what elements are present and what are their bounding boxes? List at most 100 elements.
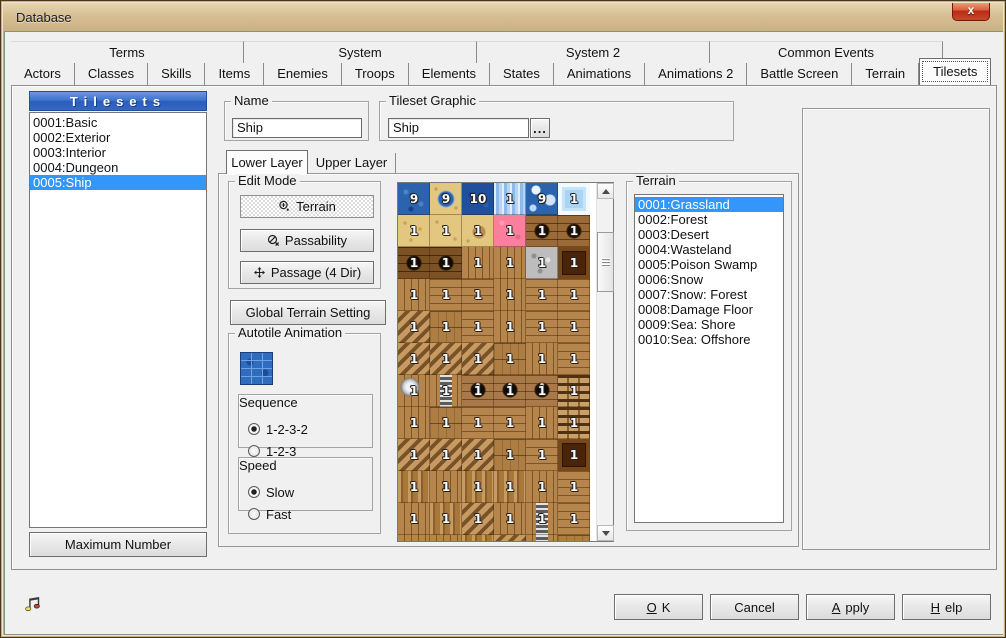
cancel-button[interactable]: Cancel bbox=[710, 594, 799, 620]
tile-stairs[interactable]: 1 bbox=[462, 343, 494, 375]
preview-scrollbar[interactable] bbox=[596, 183, 613, 541]
scroll-down-button[interactable] bbox=[597, 525, 614, 541]
tile-plankh[interactable]: 1 bbox=[526, 279, 558, 311]
tab-upper-layer[interactable]: Upper Layer bbox=[308, 153, 396, 174]
tile-water[interactable]: 9 bbox=[398, 183, 430, 215]
tile-stairs[interactable]: 1 bbox=[398, 311, 430, 343]
tile-deck[interactable]: 1 bbox=[558, 535, 590, 541]
tile-plankh[interactable]: 1 bbox=[462, 311, 494, 343]
terrain-mode-button[interactable]: Terrain bbox=[240, 195, 374, 218]
tile-column[interactable]: 1 bbox=[462, 471, 494, 503]
tile-stairs[interactable]: 1 bbox=[462, 439, 494, 471]
help-button[interactable]: Help bbox=[902, 594, 991, 620]
tile-deck[interactable]: 1 bbox=[494, 343, 526, 375]
tile-deck[interactable]: 1 bbox=[494, 439, 526, 471]
radio-speed-slow[interactable]: Slow bbox=[239, 482, 372, 502]
tileset-list-item[interactable]: 0004:Dungeon bbox=[30, 160, 206, 175]
terrain-list-item[interactable]: 0006:Snow bbox=[635, 272, 783, 287]
tile-stairs[interactable]: 1 bbox=[430, 343, 462, 375]
tile-deck[interactable]: 1 bbox=[430, 311, 462, 343]
tile-porthole[interactable]: 1 bbox=[526, 375, 558, 407]
tileset-list-item[interactable]: 0002:Exterior bbox=[30, 130, 206, 145]
tab-skills[interactable]: Skills bbox=[148, 63, 205, 85]
global-terrain-setting-button[interactable]: Global Terrain Setting bbox=[230, 300, 386, 325]
group-tab-system[interactable]: System bbox=[244, 41, 477, 63]
tile-column[interactable]: 1 bbox=[398, 471, 430, 503]
tile-plankv[interactable]: 1 bbox=[494, 279, 526, 311]
tab-battle-screen[interactable]: Battle Screen bbox=[747, 63, 852, 85]
close-button[interactable]: x bbox=[952, 2, 990, 21]
tab-states[interactable]: States bbox=[490, 63, 554, 85]
terrain-list-item[interactable]: 0009:Sea: Shore bbox=[635, 317, 783, 332]
apply-button[interactable]: Apply bbox=[806, 594, 895, 620]
tile-plankh[interactable]: 1 bbox=[558, 311, 590, 343]
tile-plankv[interactable]: 1 bbox=[526, 407, 558, 439]
tile-waterfall[interactable]: 1 bbox=[494, 183, 526, 215]
terrain-listbox[interactable]: 0001:Grassland0002:Forest0003:Desert0004… bbox=[634, 194, 784, 523]
tile-plankv[interactable]: 1 bbox=[430, 535, 462, 541]
tile-rope[interactable]: 1 bbox=[526, 503, 558, 535]
tile-stairs[interactable]: 1 bbox=[398, 343, 430, 375]
radio-sequence-1232[interactable]: 1-2-3-2 bbox=[239, 419, 372, 439]
tile-sandpatch[interactable]: 1 bbox=[462, 215, 494, 247]
tile-ice[interactable]: 1 bbox=[558, 183, 590, 215]
tileset-list-item[interactable]: 0005:Ship bbox=[30, 175, 206, 190]
tile-plankh[interactable]: 1 bbox=[558, 343, 590, 375]
tile-plankv[interactable]: 1 bbox=[398, 503, 430, 535]
tile-plankv[interactable]: 1 bbox=[398, 407, 430, 439]
tile-rope[interactable]: 1 bbox=[526, 535, 558, 541]
tile-plankv[interactable]: 1 bbox=[526, 343, 558, 375]
terrain-list-item[interactable]: 0004:Wasteland bbox=[635, 242, 783, 257]
tile-porthole[interactable]: 1 bbox=[494, 375, 526, 407]
terrain-list-item[interactable]: 0010:Sea: Offshore bbox=[635, 332, 783, 347]
tab-tilesets[interactable]: Tilesets bbox=[919, 58, 991, 85]
tile-column[interactable]: 1 bbox=[494, 471, 526, 503]
tile-foam[interactable]: 9 bbox=[526, 183, 558, 215]
tile-knot[interactable]: 1 bbox=[526, 215, 558, 247]
tab-troops[interactable]: Troops bbox=[342, 63, 409, 85]
tile-plankv[interactable]: 1 bbox=[494, 503, 526, 535]
tile-sandwater[interactable]: 9 bbox=[430, 183, 462, 215]
name-input[interactable]: Ship bbox=[232, 118, 362, 138]
tile-plankh[interactable]: 1 bbox=[558, 279, 590, 311]
tile-stairs[interactable]: 1 bbox=[462, 503, 494, 535]
tile-stairs[interactable]: 1 bbox=[430, 439, 462, 471]
passability-mode-button[interactable]: Passability bbox=[240, 229, 374, 252]
titlebar[interactable]: Database bbox=[2, 2, 1004, 31]
tile-pot[interactable]: 1 bbox=[398, 375, 430, 407]
tileset-list-item[interactable]: 0003:Interior bbox=[30, 145, 206, 160]
tileset-list-item[interactable]: 0001:Basic bbox=[30, 115, 206, 130]
group-tab-system-2[interactable]: System 2 bbox=[477, 41, 710, 63]
maximum-number-button[interactable]: Maximum Number bbox=[29, 532, 207, 557]
tile-plankh[interactable]: 1 bbox=[558, 503, 590, 535]
scrollbar-thumb[interactable] bbox=[597, 232, 614, 292]
tab-items[interactable]: Items bbox=[205, 63, 264, 85]
tile-porthole[interactable]: 1 bbox=[462, 375, 494, 407]
scroll-up-button[interactable] bbox=[597, 183, 614, 199]
passage-4dir-mode-button[interactable]: Passage (4 Dir) bbox=[240, 261, 374, 284]
terrain-list-item[interactable]: 0001:Grassland bbox=[635, 197, 783, 212]
tileset-grid[interactable]: 9910191111111111111111111111111111111111… bbox=[398, 183, 590, 541]
tile-plankv[interactable]: 1 bbox=[398, 535, 430, 541]
ok-button[interactable]: OK bbox=[614, 594, 703, 620]
tilesets-listbox[interactable]: 0001:Basic0002:Exterior0003:Interior0004… bbox=[29, 112, 207, 528]
tab-terrain[interactable]: Terrain bbox=[852, 63, 919, 85]
tile-plankh[interactable]: 1 bbox=[494, 407, 526, 439]
tile-plankv[interactable]: 1 bbox=[494, 311, 526, 343]
tile-stairs[interactable]: 1 bbox=[494, 535, 526, 541]
tab-enemies[interactable]: Enemies bbox=[264, 63, 342, 85]
tile-plankh[interactable]: 1 bbox=[558, 471, 590, 503]
tile-door[interactable]: 1 bbox=[558, 247, 590, 279]
tile-column[interactable]: 1 bbox=[462, 535, 494, 541]
tile-rope[interactable]: 1 bbox=[430, 375, 462, 407]
tab-elements[interactable]: Elements bbox=[409, 63, 490, 85]
tab-animations-2[interactable]: Animations 2 bbox=[645, 63, 747, 85]
tile-stone[interactable]: 1 bbox=[526, 247, 558, 279]
terrain-list-item[interactable]: 0008:Damage Floor bbox=[635, 302, 783, 317]
tab-classes[interactable]: Classes bbox=[75, 63, 148, 85]
group-tab-terms[interactable]: Terms bbox=[11, 41, 244, 63]
tile-plankv[interactable]: 1 bbox=[430, 471, 462, 503]
tile-sand[interactable]: 1 bbox=[398, 215, 430, 247]
tile-plankv[interactable]: 1 bbox=[526, 471, 558, 503]
tile-plankh[interactable]: 1 bbox=[430, 279, 462, 311]
